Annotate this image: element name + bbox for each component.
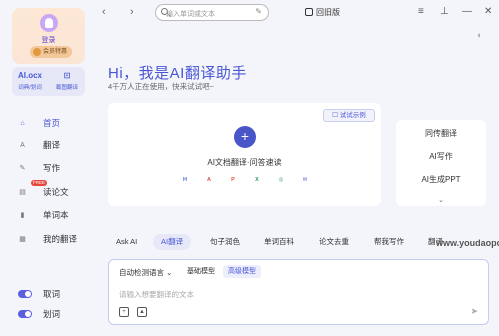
file-type-icons: H A P X ◎ ✉ [180,175,310,185]
chevron-down-icon[interactable]: ⌄ [396,196,486,204]
sidebar-item-home[interactable]: ⌂ 首页 [18,115,96,131]
upload-file-icon[interactable]: + [119,307,129,317]
theme-icon[interactable]: ◐ [477,30,482,40]
document-translate-title: AI文档翻译·问答速读 [207,158,282,167]
sidebar-item-writing[interactable]: ✎ 写作 [18,160,96,176]
sidebar-item-label: 我的翻译 [43,234,78,244]
model-advanced-button[interactable]: 高级模型 [223,265,261,278]
sidebar-item-label: 读论文 [43,187,69,197]
screenshot-translate-label: 截图翻译 [55,85,78,91]
paper-icon: ▤ [19,189,26,196]
language-select[interactable]: 自动检测语言 ⌄ [119,267,172,278]
ppt-file-icon: P [231,177,235,183]
page-subtitle: 4千万人正在使用，快来试试吧~ [108,82,215,91]
image-file-icon: ◎ [278,177,284,183]
tab-word-encyclopedia[interactable]: 单词百科 [256,234,302,250]
tab-ai-translate[interactable]: AI翻译 [153,234,192,250]
menu-icon[interactable]: ≡ [418,6,424,18]
back-arrow-icon[interactable]: ‹ [102,6,106,18]
close-icon[interactable]: ✕ [484,6,492,18]
feature-ai-writing[interactable]: AI写作 [396,151,486,162]
home-icon: ⌂ [20,120,25,127]
crop-icon: ⊡ [63,71,71,80]
membership-badge[interactable]: 会员特惠 [30,46,73,58]
html-file-icon: H [183,177,187,183]
minimize-icon[interactable]: — [462,6,472,18]
toggle-switch[interactable] [18,310,32,318]
feature-ai-ppt[interactable]: AI生成PPT [396,174,486,185]
email-file-icon: ✉ [302,177,308,183]
membership-badge-label: 会员特惠 [43,49,68,55]
pdf-file-icon: A [207,177,211,183]
upload-plus-icon[interactable]: + [234,126,256,148]
feature-simultaneous-interpretation[interactable]: 同传翻译 [396,128,486,139]
switch-icon [305,8,313,16]
book-icon: ▮ [20,212,25,219]
dictionary-tool-button[interactable]: AI.ocx 词典/划词 [12,70,48,91]
try-example-button[interactable]: ☐ 试试示例 [323,109,375,122]
gift-icon [33,48,41,56]
sidebar-item-translate[interactable]: A 翻译 [18,137,96,153]
feature-list: 同传翻译 AI写作 AI生成PPT ⌄ [396,120,486,206]
sidebar-item-label: 翻译 [43,140,61,150]
dictionary-tool-icon: AI.ocx [17,71,42,80]
handwriting-icon[interactable]: ✎ [255,7,262,16]
translation-input-area[interactable]: 自动检测语言 ⌄ 基础模型 高级模型 请输入想要翻译的文本 + ▲ ➤ [108,259,489,325]
old-version-label: 回旧版 [316,8,340,17]
pin-icon[interactable]: ⊥ [440,6,449,18]
search-placeholder: 输入单词或文本 [166,11,215,18]
screenshot-translate-button[interactable]: ⊡ 截图翻译 [49,70,85,91]
page-title: Hi，我是AI翻译助手 [108,65,247,82]
old-version-button[interactable]: 回旧版 [305,7,340,18]
tab-paper-dedup[interactable]: 论文去重 [311,234,357,250]
sidebar-item-label: 首页 [43,118,61,128]
excel-file-icon: X [255,177,259,183]
sidebar: 登录 会员特惠 AI.ocx 词典/划词 ⊡ 截图翻译 ⌂ 首页 A 翻译 ✎ … [0,0,96,336]
language-select-value: 自动检测语言 [119,268,164,277]
forward-arrow-icon[interactable]: › [130,6,134,18]
chevron-down-icon: ⌄ [166,268,173,277]
sidebar-item-label: 单词本 [43,210,69,220]
search-input[interactable]: 输入单词或文本 ✎ [155,4,269,21]
pen-icon: ✎ [19,165,26,172]
watermark: www.youdaopc.cn [436,238,499,248]
document-translate-card[interactable]: ☐ 试试示例 + AI文档翻译·问答速读 H A P X ◎ ✉ [108,103,381,206]
user-card[interactable]: 登录 会员特惠 [12,8,85,64]
model-basic-button[interactable]: 基础模型 [182,265,220,278]
translation-input[interactable]: 请输入想要翻译的文本 [119,289,194,300]
sidebar-item-label: 写作 [43,163,61,173]
tool-card: AI.ocx 词典/划词 ⊡ 截图翻译 [12,67,85,96]
tab-ask-ai[interactable]: Ask AI [108,234,145,250]
send-icon[interactable]: ➤ [470,306,478,317]
image-icon[interactable]: ▲ [137,307,147,317]
top-bar: ‹ › 输入单词或文本 ✎ 回旧版 ≡ ⊥ — ✕ [96,0,499,26]
word-pick-toggle[interactable]: 取词 [18,287,88,301]
toggle-label: 取词 [43,289,61,299]
folder-icon: ▦ [19,236,26,243]
dictionary-tool-label: 词典/划词 [18,85,42,91]
selection-translate-toggle[interactable]: 划词 [18,307,88,321]
avatar[interactable] [40,14,58,32]
tab-help-write[interactable]: 帮我写作 [366,234,412,250]
sidebar-item-wordbook[interactable]: ▮ 单词本 [18,207,96,223]
login-link[interactable]: 登录 [12,35,85,45]
tab-sentence-polish[interactable]: 句子润色 [202,234,248,250]
toggle-switch[interactable] [18,290,32,298]
sidebar-item-my-translations[interactable]: ▦ 我的翻译 [18,231,96,247]
translate-icon: A [20,142,25,149]
sidebar-item-read-paper[interactable]: ▤ FREE 读论文 [18,180,96,200]
toggle-label: 划词 [43,309,61,319]
